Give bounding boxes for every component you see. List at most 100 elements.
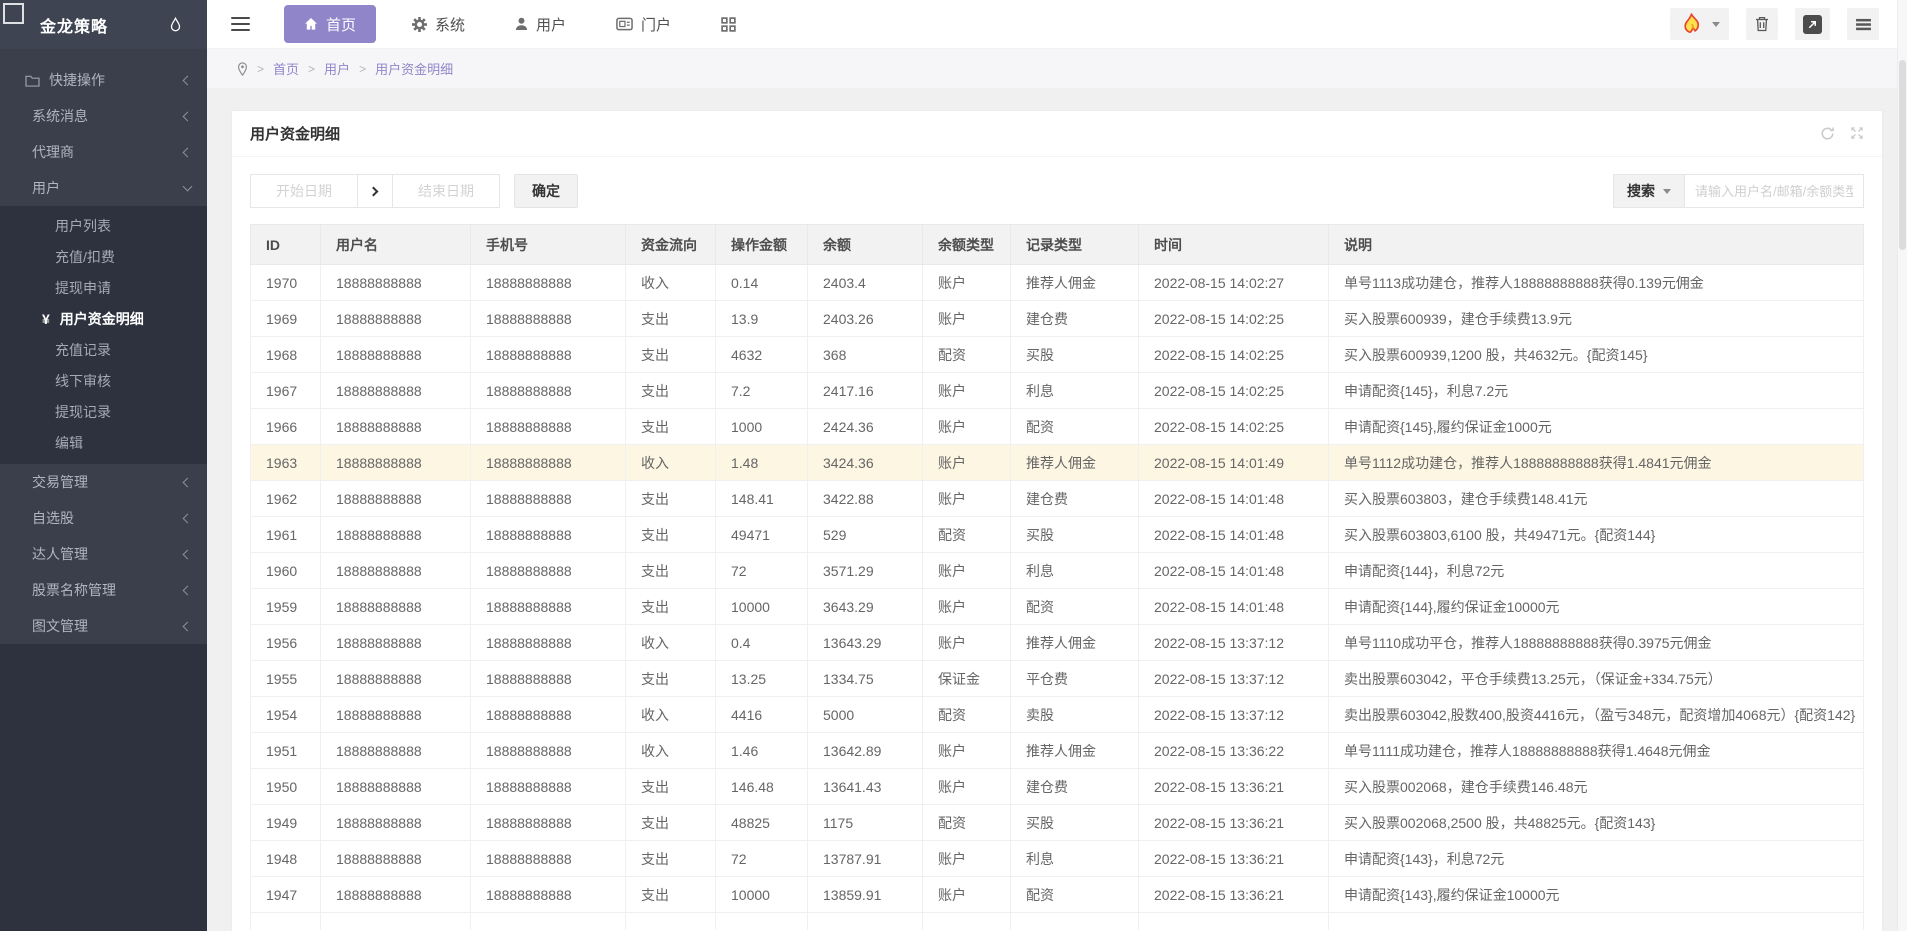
search-input[interactable] xyxy=(1684,174,1864,208)
cell-id: 1960 xyxy=(251,553,321,589)
cell-username: 18888888888 xyxy=(321,553,471,589)
sidebar-subitem-withdraw-apply[interactable]: 提现申请 xyxy=(0,272,207,303)
cell-amount: 72 xyxy=(716,841,808,877)
sidebar-subitem-offline-review[interactable]: 线下审核 xyxy=(0,365,207,396)
cell-balance_type: 账户 xyxy=(923,553,1011,589)
nav-item-label: 用户 xyxy=(536,14,566,35)
confirm-button[interactable]: 确定 xyxy=(514,174,578,208)
chevron-right-icon xyxy=(369,186,379,196)
table-row[interactable]: 19481888888888818888888888支出7213787.91账户… xyxy=(251,841,1864,877)
table-row[interactable]: 19701888888888818888888888收入0.142403.4账户… xyxy=(251,265,1864,301)
cell-time: 2022-08-15 14:01:48 xyxy=(1139,553,1329,589)
trash-button[interactable] xyxy=(1746,8,1778,40)
list-bars-button[interactable] xyxy=(1847,8,1879,40)
sidebar-item-label: 交易管理 xyxy=(32,472,88,492)
table-row[interactable]: 19501888888888818888888888支出146.4813641.… xyxy=(251,769,1864,805)
sidebar-subitem-withdraw-records[interactable]: 提现记录 xyxy=(0,396,207,427)
sidebar-item-article-mgmt[interactable]: 图文管理 xyxy=(0,608,207,644)
sidebar-subitem-recharge-deduct[interactable]: 充值/扣费 xyxy=(0,241,207,272)
sidebar-item-watchlist[interactable]: 自选股 xyxy=(0,500,207,536)
cell-amount: 13.25 xyxy=(716,661,808,697)
scrollbar-thumb[interactable] xyxy=(1899,60,1906,250)
bars-icon xyxy=(1856,18,1871,31)
table-row[interactable]: 19551888888888818888888888支出13.251334.75… xyxy=(251,661,1864,697)
cell-flow: 收入 xyxy=(626,445,716,481)
cell-phone: 18888888888 xyxy=(471,553,626,589)
nav-item-portal[interactable]: 门户 xyxy=(602,5,685,43)
app-window: 金龙策略 快捷操作系统消息代理商用户用户列表充值/扣费提现申请¥用户资金明细充值… xyxy=(0,0,1907,931)
sidebar-subitem-user-funds-detail[interactable]: ¥用户资金明细 xyxy=(0,303,207,334)
sidebar-item-experts-mgmt[interactable]: 达人管理 xyxy=(0,536,207,572)
table-row[interactable]: 19491888888888818888888888支出488251175配资买… xyxy=(251,805,1864,841)
cell-id: 1961 xyxy=(251,517,321,553)
nav-item-home[interactable]: 首页 xyxy=(284,5,376,43)
sidebar-item-quick-actions[interactable]: 快捷操作 xyxy=(0,62,207,98)
cell-note: 买入股票603803，建仓手续费148.41元 xyxy=(1329,481,1864,517)
cell-username: 18888888888 xyxy=(321,445,471,481)
cell-time: 2022-08-15 13:36:21 xyxy=(1139,841,1329,877)
table-row[interactable]: 19541888888888818888888888收入44165000配资卖股… xyxy=(251,697,1864,733)
cell-record_type xyxy=(1011,913,1139,930)
refresh-icon[interactable] xyxy=(1820,126,1835,141)
sidebar-item-stock-name-mgmt[interactable]: 股票名称管理 xyxy=(0,572,207,608)
hamburger-icon[interactable] xyxy=(231,17,250,32)
cell-flow: 支出 xyxy=(626,877,716,913)
table-row[interactable]: 19631888888888818888888888收入1.483424.36账… xyxy=(251,445,1864,481)
cell-phone: 18888888888 xyxy=(471,841,626,877)
yen-icon: ¥ xyxy=(42,311,50,327)
table-row[interactable]: 19601888888888818888888888支出723571.29账户利… xyxy=(251,553,1864,589)
table-row[interactable]: 19591888888888818888888888支出100003643.29… xyxy=(251,589,1864,625)
table-row[interactable]: 19471888888888818888888888支出1000013859.9… xyxy=(251,877,1864,913)
nav-item-apps[interactable] xyxy=(707,5,750,43)
cell-note: 申请配资{144}，利息72元 xyxy=(1329,553,1864,589)
sidebar-subitem-recharge-records[interactable]: 充值记录 xyxy=(0,334,207,365)
table-row[interactable]: 19561888888888818888888888收入0.413643.29账… xyxy=(251,625,1864,661)
sidebar-item-agents[interactable]: 代理商 xyxy=(0,134,207,170)
column-header: 时间 xyxy=(1139,225,1329,265)
folder-icon xyxy=(25,74,40,87)
table-row[interactable]: 19661888888888818888888888支出10002424.36账… xyxy=(251,409,1864,445)
cell-time: 2022-08-15 14:02:25 xyxy=(1139,409,1329,445)
cell-amount: 13.9 xyxy=(716,301,808,337)
open-new-button[interactable] xyxy=(1795,8,1830,40)
sidebar-item-trade-mgmt[interactable]: 交易管理 xyxy=(0,464,207,500)
breadcrumb-item[interactable]: 用户 xyxy=(324,59,350,78)
cell-balance_type: 账户 xyxy=(923,409,1011,445)
breadcrumb-item[interactable]: 用户资金明细 xyxy=(375,59,453,78)
cell-note: 单号1110成功平仓，推荐人18888888888获得0.3975元佣金 xyxy=(1329,625,1864,661)
cell-time: 2022-08-15 13:36:21 xyxy=(1139,877,1329,913)
cell-balance: 13642.89 xyxy=(808,733,923,769)
cell-time: 2022-08-15 13:36:21 xyxy=(1139,769,1329,805)
cell-balance_type: 账户 xyxy=(923,481,1011,517)
cell-balance: 13641.43 xyxy=(808,769,923,805)
sidebar-item-users[interactable]: 用户 xyxy=(0,170,207,206)
breadcrumb-item[interactable]: 首页 xyxy=(273,59,299,78)
cell-id: 1969 xyxy=(251,301,321,337)
cell-amount: 10000 xyxy=(716,589,808,625)
cell-time: 2022-08-15 14:01:49 xyxy=(1139,445,1329,481)
sidebar-subitem-user-list[interactable]: 用户列表 xyxy=(0,210,207,241)
start-date-input[interactable] xyxy=(250,174,358,208)
table-row[interactable]: 19621888888888818888888888支出148.413422.8… xyxy=(251,481,1864,517)
nav-item-user[interactable]: 用户 xyxy=(501,5,580,43)
end-date-input[interactable] xyxy=(392,174,500,208)
table-row[interactable]: 19511888888888818888888888收入1.4613642.89… xyxy=(251,733,1864,769)
sidebar-item-label: 代理商 xyxy=(32,142,74,162)
search-dropdown-button[interactable]: 搜索 xyxy=(1613,174,1685,208)
sidebar-subitem-edit[interactable]: 编辑 xyxy=(0,427,207,458)
cell-note: 买入股票603803,6100 股，共49471元。{配资144} xyxy=(1329,517,1864,553)
table-row[interactable]: 19681888888888818888888888支出4632368配资买股2… xyxy=(251,337,1864,373)
avatar-button[interactable] xyxy=(1670,8,1729,40)
cell-record_type: 卖股 xyxy=(1011,697,1139,733)
table-row[interactable]: 19611888888888818888888888支出49471529配资买股… xyxy=(251,517,1864,553)
cell-time: 2022-08-15 14:02:25 xyxy=(1139,373,1329,409)
date-range-arrow-button[interactable] xyxy=(357,174,393,208)
sidebar-item-system-messages[interactable]: 系统消息 xyxy=(0,98,207,134)
fullscreen-icon[interactable] xyxy=(1850,126,1864,141)
cell-balance: 13643.29 xyxy=(808,625,923,661)
search-group: 搜索 xyxy=(1613,174,1864,208)
table-row[interactable]: 19671888888888818888888888支出7.22417.16账户… xyxy=(251,373,1864,409)
nav-item-system[interactable]: 系统 xyxy=(398,5,479,43)
cell-record_type: 平仓费 xyxy=(1011,661,1139,697)
table-row[interactable]: 19691888888888818888888888支出13.92403.26账… xyxy=(251,301,1864,337)
